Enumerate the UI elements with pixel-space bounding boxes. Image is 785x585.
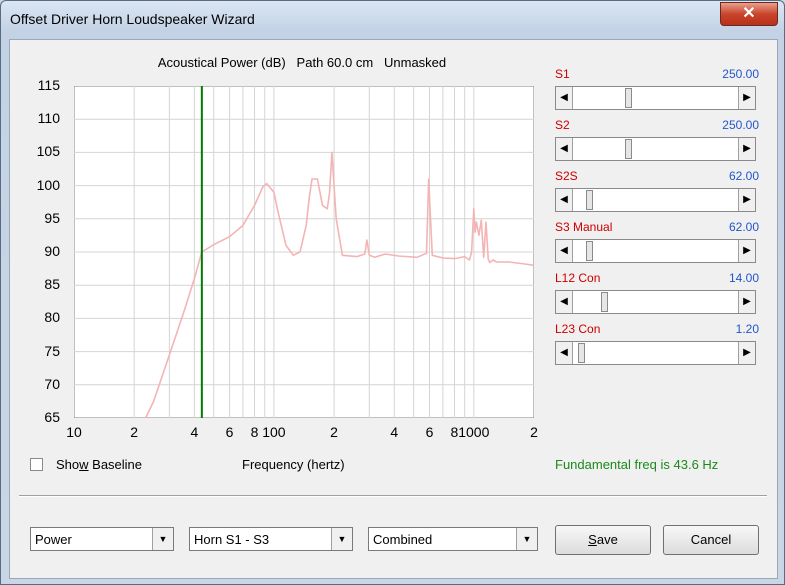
window-title: Offset Driver Horn Loudspeaker Wizard [10,11,255,27]
slider-track[interactable]: ◀ ▶ [555,290,756,314]
scroll-right-icon[interactable]: ▶ [738,342,755,364]
slider-thumb[interactable] [601,292,609,312]
x-tick-label: 6 [425,424,434,440]
chart-title: Acoustical Power (dB) Path 60.0 cm Unmas… [157,55,447,70]
chevron-down-icon[interactable]: ▼ [331,528,352,550]
slider-value: 1.20 [735,322,759,336]
scroll-left-icon[interactable]: ◀ [556,240,573,262]
show-baseline-label[interactable]: Show Baseline [56,457,142,472]
slider-value: 250.00 [722,118,759,132]
x-tick-label: 1000 [458,424,490,440]
x-tick-label: 10 [66,424,82,440]
frequency-axis-label: Frequency (hertz) [242,457,345,472]
slider-thumb[interactable] [585,241,593,261]
slider-value: 62.00 [728,169,759,183]
mode-value: Combined [373,532,433,547]
slider-track[interactable]: ◀ ▶ [555,239,756,263]
chevron-down-icon[interactable]: ▼ [152,528,173,550]
section-value: Horn S1 - S3 [194,532,270,547]
cancel-button[interactable]: Cancel [663,525,759,555]
save-button[interactable]: Save [555,525,651,555]
slider-label: S2S [555,169,578,183]
slider-value: 14.00 [728,271,759,285]
x-tick-label: 8 [250,424,259,440]
scroll-left-icon[interactable]: ◀ [556,138,573,160]
y-tick-label: 65 [44,409,60,425]
y-tick-label: 105 [36,143,60,160]
scroll-right-icon[interactable]: ▶ [738,87,755,109]
y-tick-label: 70 [44,375,60,392]
y-tick-label: 75 [44,342,60,359]
section-combo[interactable]: Horn S1 - S3 ▼ [189,527,353,551]
scroll-left-icon[interactable]: ◀ [556,87,573,109]
scroll-right-icon[interactable]: ▶ [738,138,755,160]
slider-thumb[interactable] [577,343,585,363]
slider-label: S3 Manual [555,220,613,234]
y-tick-label: 115 [37,77,60,93]
divider [19,495,767,497]
y-tick-label: 110 [37,110,60,127]
x-tick-label: 100 [262,424,286,440]
slider-label: L23 Con [555,322,601,336]
slider-thumb[interactable] [625,88,633,108]
fundamental-frequency-text: Fundamental freq is 43.6 Hz [555,457,719,472]
mode-combo[interactable]: Combined ▼ [368,527,538,551]
slider-label: S1 [555,67,570,81]
y-tick-label: 95 [44,209,60,226]
x-tick-label: 2 [530,424,538,440]
power-chart [74,86,534,418]
slider-track[interactable]: ◀ ▶ [555,188,756,212]
slider-track[interactable]: ◀ ▶ [555,137,756,161]
chevron-down-icon[interactable]: ▼ [516,528,537,550]
client-area: Acoustical Power (dB) Path 60.0 cm Unmas… [9,39,778,579]
x-tick-label: 2 [130,424,139,440]
slider-label: L12 Con [555,271,601,285]
close-icon: ✕ [742,5,756,22]
slider-thumb[interactable] [625,139,633,159]
x-tick-label: 6 [225,424,234,440]
x-tick-label: 8 [450,424,459,440]
y-tick-label: 85 [44,276,60,293]
x-tick-label: 4 [190,424,199,440]
scroll-right-icon[interactable]: ▶ [738,189,755,211]
close-button[interactable]: ✕ [720,2,778,26]
scroll-right-icon[interactable]: ▶ [738,240,755,262]
slider-value: 62.00 [728,220,759,234]
x-tick-label: 4 [390,424,399,440]
y-tick-label: 90 [44,243,60,259]
slider-label: S2 [555,118,570,132]
y-tick-label: 100 [36,176,60,193]
y-tick-label: 80 [44,309,60,326]
scroll-left-icon[interactable]: ◀ [556,291,573,313]
wizard-window: Offset Driver Horn Loudspeaker Wizard ✕ … [0,0,785,585]
x-tick-label: 2 [330,424,338,440]
scroll-left-icon[interactable]: ◀ [556,189,573,211]
slider-value: 250.00 [722,67,759,81]
scroll-right-icon[interactable]: ▶ [738,291,755,313]
show-baseline-checkbox[interactable] [30,458,43,471]
plot-type-combo[interactable]: Power ▼ [30,527,174,551]
plot-type-value: Power [35,532,72,547]
slider-track[interactable]: ◀ ▶ [555,86,756,110]
scroll-left-icon[interactable]: ◀ [556,342,573,364]
slider-thumb[interactable] [585,190,593,210]
slider-track[interactable]: ◀ ▶ [555,341,756,365]
title-bar[interactable]: Offset Driver Horn Loudspeaker Wizard ✕ [1,1,784,35]
